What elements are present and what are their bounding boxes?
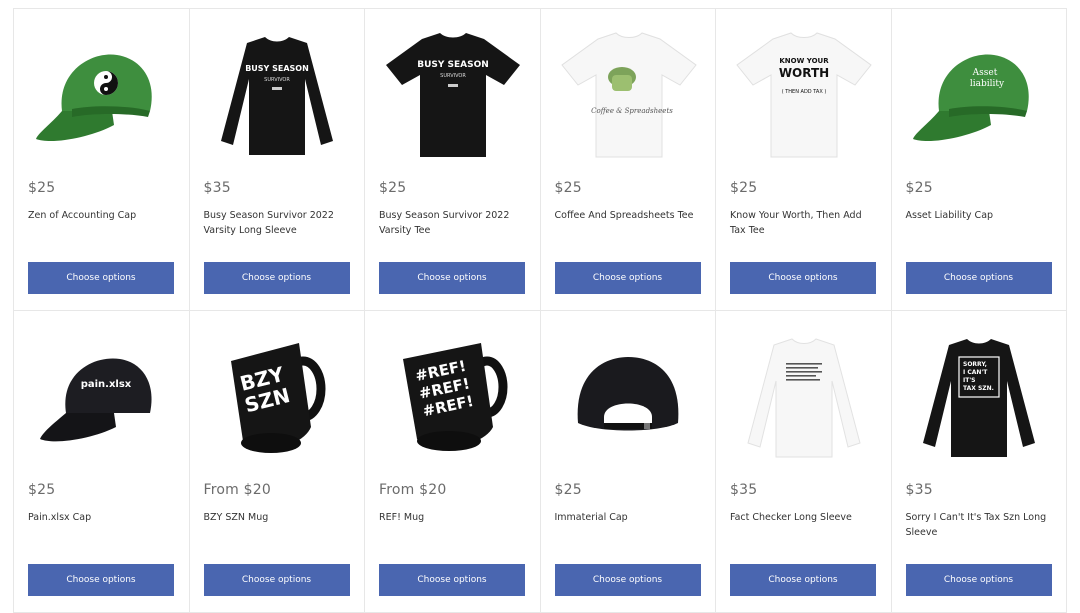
svg-text:WORTH: WORTH — [779, 66, 829, 80]
choose-options-button[interactable]: Choose options — [730, 564, 876, 596]
product-price: $25 — [905, 180, 933, 196]
product-image-tee[interactable]: KNOW YOUR WORTH ( THEN ADD TAX ) — [731, 21, 876, 171]
product-card: $25 Immaterial Cap Choose options — [540, 311, 716, 613]
black-long-sleeve-icon: BUSY SEASON SURVIVOR — [221, 37, 333, 155]
black-tee-icon: BUSY SEASON SURVIVOR — [386, 32, 520, 157]
svg-text:Asset: Asset — [972, 68, 998, 78]
product-card: BUSY SEASON SURVIVOR $25 Busy Season Sur… — [365, 9, 541, 311]
product-image-cap[interactable]: pain.xlsx — [29, 323, 174, 473]
white-long-sleeve-icon — [746, 338, 861, 458]
product-image-cap[interactable]: Asset liability — [907, 21, 1052, 171]
product-card: Coffee & Spreadsheets $25 Coffee And Spr… — [540, 9, 716, 311]
product-name[interactable]: Sorry I Can't It's Tax Szn Long Sleeve — [906, 510, 1052, 540]
svg-text:SURVIVOR: SURVIVOR — [440, 73, 466, 79]
product-price: $25 — [554, 482, 582, 498]
product-name[interactable]: Busy Season Survivor 2022 Varsity Tee — [379, 208, 525, 238]
choose-options-button[interactable]: Choose options — [379, 564, 525, 596]
product-name[interactable]: Asset Liability Cap — [906, 208, 1052, 223]
green-cap-icon: Asset liability — [913, 54, 1029, 142]
choose-options-button[interactable]: Choose options — [554, 564, 701, 596]
product-image-cap[interactable] — [556, 323, 701, 473]
product-card: $25 Zen of Accounting Cap Choose options — [14, 9, 190, 311]
black-cap-icon: pain.xlsx — [39, 358, 152, 442]
green-cap-icon — [35, 54, 152, 142]
product-price: $25 — [379, 180, 407, 196]
svg-text:( THEN ADD TAX ): ( THEN ADD TAX ) — [782, 89, 827, 95]
product-price: $25 — [28, 482, 56, 498]
product-name[interactable]: Fact Checker Long Sleeve — [730, 510, 876, 525]
product-price: $35 — [730, 482, 758, 498]
product-image-tee[interactable]: Coffee & Spreadsheets — [556, 21, 701, 171]
black-mug-icon: #REF! #REF! #REF! — [402, 342, 507, 451]
svg-text:BUSY SEASON: BUSY SEASON — [417, 60, 489, 70]
product-price: $25 — [554, 180, 582, 196]
product-card: SORRY, I CAN'T IT'S TAX SZN. $35 Sorry I… — [891, 311, 1067, 613]
product-grid: $25 Zen of Accounting Cap Choose options… — [13, 8, 1067, 613]
product-card: #REF! #REF! #REF! From $20 REF! Mug Choo… — [365, 311, 541, 613]
product-name[interactable]: BZY SZN Mug — [204, 510, 350, 525]
svg-text:I CAN'T: I CAN'T — [963, 369, 988, 376]
svg-text:pain.xlsx: pain.xlsx — [80, 379, 131, 390]
product-card: pain.xlsx $25 Pain.xlsx Cap Choose optio… — [14, 311, 190, 613]
svg-text:liability: liability — [970, 79, 1005, 89]
product-card: BZY SZN From $20 BZY SZN Mug Choose opti… — [189, 311, 365, 613]
choose-options-button[interactable]: Choose options — [203, 564, 350, 596]
product-price: From $20 — [379, 482, 447, 498]
product-name[interactable]: Zen of Accounting Cap — [28, 208, 174, 223]
product-price: $25 — [730, 180, 758, 196]
product-name[interactable]: Coffee And Spreadsheets Tee — [555, 208, 701, 223]
product-price: From $20 — [203, 482, 271, 498]
product-image-long-sleeve[interactable]: SORRY, I CAN'T IT'S TAX SZN. — [907, 323, 1052, 473]
product-image-long-sleeve[interactable]: BUSY SEASON SURVIVOR — [205, 21, 350, 171]
svg-text:BUSY SEASON: BUSY SEASON — [245, 64, 309, 73]
svg-text:Coffee & Spreadsheets: Coffee & Spreadsheets — [591, 107, 673, 115]
black-cap-back-icon — [577, 357, 679, 431]
svg-text:KNOW YOUR: KNOW YOUR — [779, 57, 829, 65]
svg-text:SORRY,: SORRY, — [963, 361, 987, 368]
svg-text:IT'S: IT'S — [963, 377, 975, 384]
svg-text:TAX SZN.: TAX SZN. — [963, 385, 994, 392]
product-image-cap[interactable] — [29, 21, 174, 171]
choose-options-button[interactable]: Choose options — [379, 262, 525, 294]
black-long-sleeve-icon: SORRY, I CAN'T IT'S TAX SZN. — [923, 339, 1035, 457]
product-image-long-sleeve[interactable] — [731, 323, 876, 473]
choose-options-button[interactable]: Choose options — [203, 262, 350, 294]
product-card: BUSY SEASON SURVIVOR $35 Busy Season Sur… — [189, 9, 365, 311]
white-tee-icon: KNOW YOUR WORTH ( THEN ADD TAX ) — [736, 31, 872, 157]
product-image-mug[interactable]: BZY SZN — [205, 323, 350, 473]
product-name[interactable]: Immaterial Cap — [555, 510, 701, 525]
choose-options-button[interactable]: Choose options — [28, 564, 174, 596]
product-card: Asset liability $25 Asset Liability Cap … — [891, 9, 1067, 311]
white-tee-icon: Coffee & Spreadsheets — [560, 31, 697, 157]
product-name[interactable]: Busy Season Survivor 2022 Varsity Long S… — [204, 208, 350, 238]
product-card: $35 Fact Checker Long Sleeve Choose opti… — [716, 311, 892, 613]
choose-options-button[interactable]: Choose options — [554, 262, 701, 294]
product-price: $35 — [203, 180, 231, 196]
product-image-tee[interactable]: BUSY SEASON SURVIVOR — [380, 21, 525, 171]
choose-options-button[interactable]: Choose options — [28, 262, 174, 294]
choose-options-button[interactable]: Choose options — [905, 262, 1052, 294]
black-mug-icon: BZY SZN — [231, 342, 326, 453]
svg-text:SURVIVOR: SURVIVOR — [264, 77, 290, 83]
product-card: KNOW YOUR WORTH ( THEN ADD TAX ) $25 Kno… — [716, 9, 892, 311]
product-price: $35 — [905, 482, 933, 498]
choose-options-button[interactable]: Choose options — [905, 564, 1052, 596]
product-name[interactable]: REF! Mug — [379, 510, 525, 525]
product-image-mug[interactable]: #REF! #REF! #REF! — [380, 323, 525, 473]
product-name[interactable]: Know Your Worth, Then Add Tax Tee — [730, 208, 876, 238]
choose-options-button[interactable]: Choose options — [730, 262, 876, 294]
product-price: $25 — [28, 180, 56, 196]
product-name[interactable]: Pain.xlsx Cap — [28, 510, 174, 525]
